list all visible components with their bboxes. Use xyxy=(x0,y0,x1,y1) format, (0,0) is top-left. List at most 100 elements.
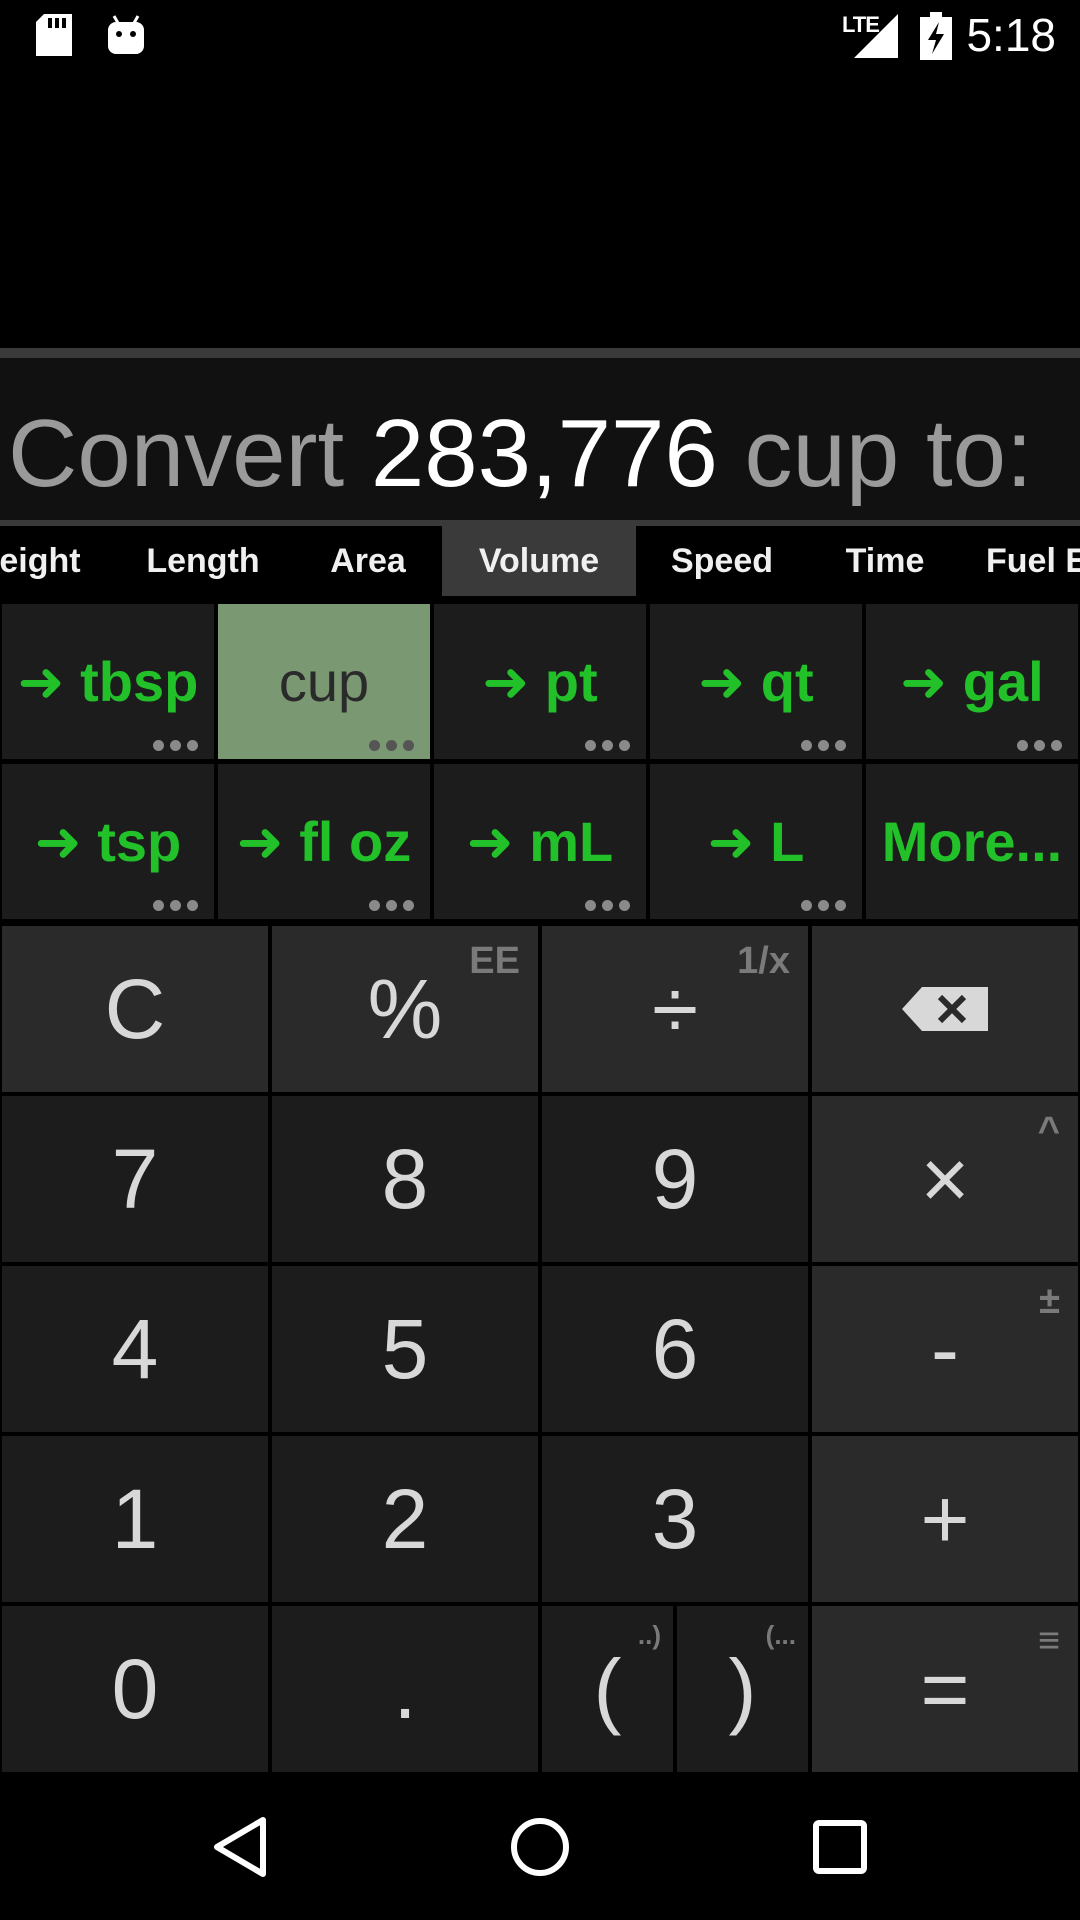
more-options-icon xyxy=(585,900,630,911)
signal-icon xyxy=(854,14,898,58)
percent-button[interactable]: % EE xyxy=(272,926,538,1092)
divide-button[interactable]: ÷ 1/x xyxy=(542,926,808,1092)
more-options-icon xyxy=(369,740,414,751)
power-sublabel: ^ xyxy=(1037,1110,1060,1152)
divide-label: ÷ xyxy=(651,961,699,1056)
unit-tbsp-button[interactable]: ➜ tbsp xyxy=(2,604,214,759)
convert-value: 283,776 xyxy=(370,400,718,507)
more-options-icon xyxy=(585,740,630,751)
decimal-point-button[interactable]: . xyxy=(272,1606,538,1772)
unit-pt-button[interactable]: ➜ pt xyxy=(434,604,646,759)
digit-6-label: 6 xyxy=(651,1301,699,1396)
close-paren-sublabel: (... xyxy=(765,1620,796,1650)
reciprocal-sublabel: 1/x xyxy=(737,940,790,982)
back-button[interactable] xyxy=(206,1812,276,1882)
unit-label: ➜ pt xyxy=(482,649,598,713)
home-button[interactable] xyxy=(505,1812,575,1882)
digit-5-label: 5 xyxy=(381,1301,429,1396)
unit-ml-button[interactable]: ➜ mL xyxy=(434,764,646,919)
convert-suffix: to: xyxy=(925,400,1033,507)
convert-unit: cup xyxy=(744,400,900,507)
open-paren-label: ( xyxy=(593,1641,622,1736)
equals-button[interactable]: = ≡ xyxy=(812,1606,1078,1772)
close-paren-button[interactable]: ) (... xyxy=(677,1606,808,1772)
unit-gal-button[interactable]: ➜ gal xyxy=(866,604,1078,759)
more-options-icon xyxy=(801,740,846,751)
display-divider xyxy=(0,348,1080,358)
unit-label: ➜ tsp xyxy=(34,809,182,873)
conversion-prompt: Convert 283,776 cup to: xyxy=(0,358,1080,524)
home-icon xyxy=(511,1818,569,1876)
digit-7-button[interactable]: 7 xyxy=(2,1096,268,1262)
digit-7-label: 7 xyxy=(111,1131,159,1226)
digit-0-label: 0 xyxy=(111,1641,159,1736)
digit-6-button[interactable]: 6 xyxy=(542,1266,808,1432)
minus-button[interactable]: - ± xyxy=(812,1266,1078,1432)
digit-9-button[interactable]: 9 xyxy=(542,1096,808,1262)
backspace-button[interactable] xyxy=(812,926,1078,1092)
tab-speed[interactable]: Speed xyxy=(652,526,792,596)
open-paren-sublabel: ..) xyxy=(637,1620,661,1650)
unit-label: ➜ qt xyxy=(698,649,814,713)
digit-2-button[interactable]: 2 xyxy=(272,1436,538,1602)
category-tabs: eight Length Area Volume Speed Time Fuel… xyxy=(0,526,1080,596)
unit-label: ➜ mL xyxy=(466,809,614,873)
recents-icon xyxy=(813,1820,867,1874)
digit-8-button[interactable]: 8 xyxy=(272,1096,538,1262)
unit-label: ➜ gal xyxy=(900,649,1044,713)
unit-floz-button[interactable]: ➜ fl oz xyxy=(218,764,430,919)
recents-button[interactable] xyxy=(805,1812,875,1882)
history-sublabel: ≡ xyxy=(1037,1620,1060,1662)
unit-l-button[interactable]: ➜ L xyxy=(650,764,862,919)
unit-qt-button[interactable]: ➜ qt xyxy=(650,604,862,759)
digit-4-label: 4 xyxy=(111,1301,159,1396)
digit-8-label: 8 xyxy=(381,1131,429,1226)
close-paren-label: ) xyxy=(728,1641,757,1736)
unit-cup-button[interactable]: cup xyxy=(218,604,430,759)
digit-5-button[interactable]: 5 xyxy=(272,1266,538,1432)
status-bar: LTE 5:18 xyxy=(0,0,1080,72)
clear-label: C xyxy=(104,961,166,1056)
tab-time[interactable]: Time xyxy=(822,526,948,596)
tab-length[interactable]: Length xyxy=(128,526,278,596)
expression-display xyxy=(0,72,1080,348)
plus-button[interactable]: + xyxy=(812,1436,1078,1602)
unit-label: cup xyxy=(278,650,370,713)
percent-label: % xyxy=(367,961,443,1056)
clear-button[interactable]: C xyxy=(2,926,268,1092)
negate-sublabel: ± xyxy=(1039,1280,1060,1322)
conversion-text: Convert 283,776 cup to: xyxy=(8,406,1033,502)
decimal-point-label: . xyxy=(393,1641,417,1736)
unit-label: ➜ tbsp xyxy=(17,649,199,713)
digit-1-button[interactable]: 1 xyxy=(2,1436,268,1602)
navigation-bar xyxy=(0,1774,1080,1920)
plus-label: + xyxy=(920,1471,970,1566)
clock: 5:18 xyxy=(966,9,1056,61)
sd-card-icon xyxy=(36,14,72,56)
ee-sublabel: EE xyxy=(469,940,520,982)
digit-9-label: 9 xyxy=(651,1131,699,1226)
convert-prefix: Convert xyxy=(8,400,345,507)
tab-area[interactable]: Area xyxy=(308,526,428,596)
digit-4-button[interactable]: 4 xyxy=(2,1266,268,1432)
more-units-label: More... xyxy=(881,810,1063,873)
keypad: C % EE ÷ 1/x 7 8 9 × ^ 4 5 6 - ± 1 2 3 +… xyxy=(0,924,1080,1774)
multiply-button[interactable]: × ^ xyxy=(812,1096,1078,1262)
unit-label: ➜ L xyxy=(707,809,805,873)
android-icon xyxy=(108,15,144,54)
open-paren-button[interactable]: ( ..) xyxy=(542,1606,673,1772)
more-options-icon xyxy=(1017,740,1062,751)
digit-3-button[interactable]: 3 xyxy=(542,1436,808,1602)
more-options-icon xyxy=(369,900,414,911)
multiply-label: × xyxy=(920,1131,970,1226)
digit-2-label: 2 xyxy=(381,1471,429,1566)
digit-0-button[interactable]: 0 xyxy=(2,1606,268,1772)
more-options-icon xyxy=(153,740,198,751)
tab-volume[interactable]: Volume xyxy=(442,526,636,596)
tab-fuel[interactable]: Fuel E xyxy=(986,526,1080,596)
unit-label: ➜ fl oz xyxy=(236,809,412,873)
more-units-button[interactable]: More... xyxy=(866,764,1078,919)
unit-tsp-button[interactable]: ➜ tsp xyxy=(2,764,214,919)
digit-3-label: 3 xyxy=(651,1471,699,1566)
tab-weight[interactable]: eight xyxy=(0,526,90,596)
